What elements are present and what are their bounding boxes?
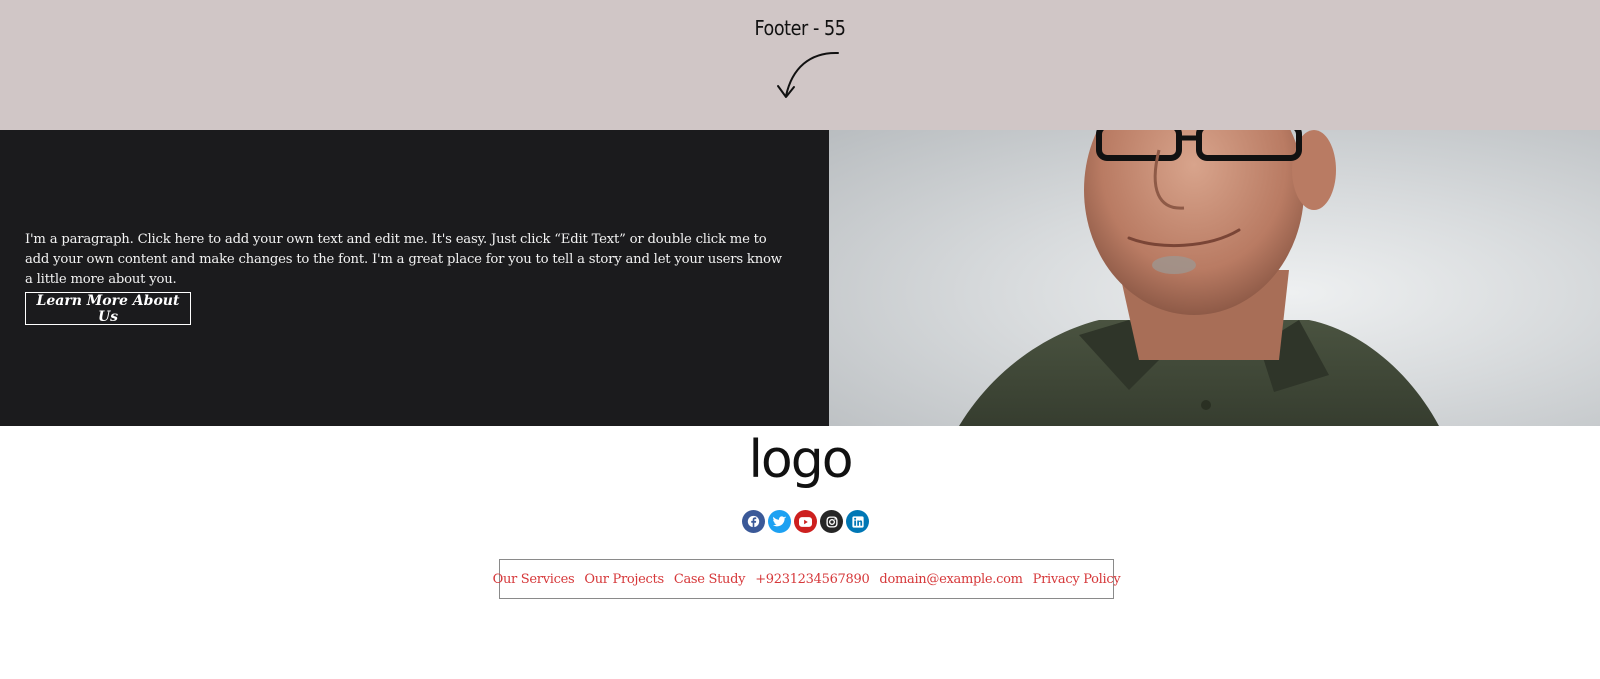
hero-text-panel: I'm a paragraph. Click here to add your … xyxy=(0,130,829,426)
social-icons xyxy=(742,510,869,533)
footer-logo[interactable]: logo xyxy=(0,432,1600,488)
footer-link-our-services[interactable]: Our Services xyxy=(493,572,575,587)
footer-nav: Our Services Our Projects Case Study +92… xyxy=(493,559,1121,599)
hero-photo xyxy=(829,130,1600,426)
footer-link-case-study[interactable]: Case Study xyxy=(674,572,746,587)
hero-paragraph: I'm a paragraph. Click here to add your … xyxy=(25,232,782,287)
twitter-icon[interactable] xyxy=(768,510,791,533)
learn-more-button[interactable]: Learn More About Us xyxy=(25,292,191,325)
footer-link-our-projects[interactable]: Our Projects xyxy=(584,572,664,587)
youtube-icon[interactable] xyxy=(794,510,817,533)
top-banner: Footer - 55 xyxy=(0,0,1600,130)
curved-arrow-down-left-icon xyxy=(777,51,839,98)
linkedin-icon[interactable] xyxy=(846,510,869,533)
instagram-icon[interactable] xyxy=(820,510,843,533)
hero-section: I'm a paragraph. Click here to add your … xyxy=(0,130,1600,426)
facebook-icon[interactable] xyxy=(742,510,765,533)
banner-title: Footer - 55 xyxy=(754,16,846,40)
footer-link-phone[interactable]: +9231234567890 xyxy=(755,572,870,587)
footer-link-email[interactable]: domain@example.com xyxy=(879,572,1023,587)
footer-link-privacy-policy[interactable]: Privacy Policy xyxy=(1033,572,1121,587)
man-portrait-image xyxy=(959,130,1439,426)
